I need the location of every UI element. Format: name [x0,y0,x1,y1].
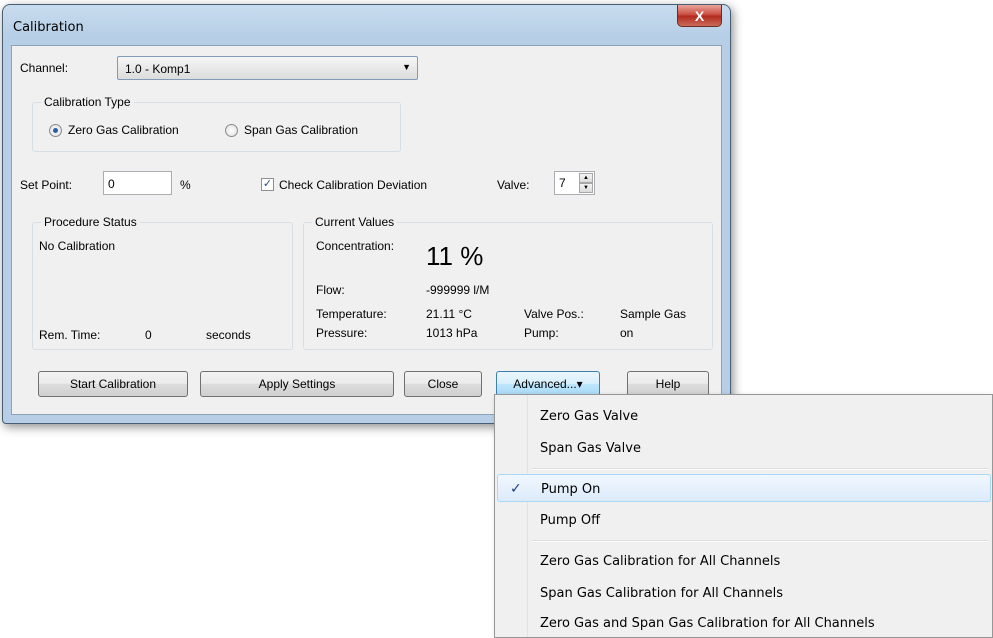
valve-value: 7 [559,176,566,190]
flow-value: -999999 l/M [426,283,490,297]
menu-item-zero-gas-valve[interactable]: Zero Gas Valve [497,402,991,430]
window-title: Calibration [13,20,84,35]
spin-up-icon[interactable]: ▲ [579,173,593,183]
checkmark-icon: ✓ [510,481,522,497]
advanced-button-label: Advanced... [513,377,577,391]
valve-pos-label: Valve Pos.: [524,307,584,321]
setpoint-label: Set Point: [20,178,73,192]
menu-item-span-gas-all[interactable]: Span Gas Calibration for All Channels [497,579,991,607]
rem-time-unit: seconds [206,328,251,342]
close-window-icon[interactable]: X [677,5,722,27]
channel-label: Channel: [20,61,69,75]
check-deviation-checkbox[interactable]: ✓ [261,178,274,191]
menu-separator [531,468,989,470]
calibration-type-group: Calibration Type Zero Gas Calibration Sp… [32,95,401,152]
menu-item-label: Pump Off [540,513,601,528]
span-gas-label[interactable]: Span Gas Calibration [244,123,358,137]
flow-label: Flow: [316,283,345,297]
setpoint-value: 0 [108,177,115,191]
pressure-value: 1013 hPa [426,326,478,340]
menu-separator [531,540,989,542]
menu-item-label: Span Gas Valve [540,441,641,456]
calibration-type-title: Calibration Type [41,95,134,109]
procedure-status-group: Procedure Status No Calibration Rem. Tim… [32,215,293,350]
channel-dropdown[interactable]: 1.0 - Komp1 ▼ [117,56,418,80]
pump-label: Pump: [524,326,559,340]
menu-item-zero-and-span-all[interactable]: Zero Gas and Span Gas Calibration for Al… [497,609,991,637]
apply-settings-button[interactable]: Apply Settings [200,371,394,397]
temperature-label: Temperature: [316,307,387,321]
spin-down-icon[interactable]: ▼ [579,183,593,193]
title-bar[interactable]: Calibration X [3,5,730,35]
procedure-status-text: No Calibration [39,239,116,253]
menu-item-label: Span Gas Calibration for All Channels [540,586,784,601]
menu-item-pump-off[interactable]: Pump Off [497,506,991,534]
close-button[interactable]: Close [404,371,482,397]
concentration-label: Concentration: [316,239,395,253]
valve-spinner[interactable]: 7 ▲ ▼ [554,171,595,195]
zero-gas-label[interactable]: Zero Gas Calibration [68,123,179,137]
rem-time-label: Rem. Time: [39,328,101,342]
temperature-value: 21.11 °C [426,307,472,321]
menu-item-span-gas-valve[interactable]: Span Gas Valve [497,434,991,462]
current-values-group: Current Values Concentration: 11 % Flow:… [303,215,713,350]
menu-item-label: Zero Gas Valve [540,409,639,424]
pressure-label: Pressure: [316,326,368,340]
menu-item-zero-gas-all[interactable]: Zero Gas Calibration for All Channels [497,547,991,575]
zero-gas-radio[interactable] [49,124,62,137]
check-deviation-label[interactable]: Check Calibration Deviation [279,178,427,192]
start-calibration-button[interactable]: Start Calibration [38,371,188,397]
menu-item-pump-on[interactable]: ✓ Pump On [497,474,991,502]
dropdown-arrow-icon: ▾ [576,377,583,391]
chevron-down-icon: ▼ [402,62,411,72]
pump-value: on [620,326,634,340]
setpoint-unit: % [180,178,191,192]
valve-label: Valve: [497,178,530,192]
dialog-client-area: Channel: 1.0 - Komp1 ▼ Calibration Type … [11,45,722,415]
procedure-status-title: Procedure Status [41,215,140,229]
advanced-menu: Zero Gas Valve Span Gas Valve ✓ Pump On … [494,394,993,638]
span-gas-radio[interactable] [225,124,238,137]
menu-item-label: Zero Gas Calibration for All Channels [540,554,781,569]
calibration-window: Calibration X Channel: 1.0 - Komp1 ▼ Cal… [2,4,731,424]
concentration-value: 11 % [426,241,484,271]
current-values-title: Current Values [312,215,398,229]
valve-pos-value: Sample Gas [620,307,687,321]
channel-value: 1.0 - Komp1 [125,62,191,76]
menu-item-label: Zero Gas and Span Gas Calibration for Al… [540,616,875,631]
rem-time-value: 0 [145,328,152,342]
menu-item-label: Pump On [541,482,601,497]
setpoint-input[interactable]: 0 [103,171,172,195]
